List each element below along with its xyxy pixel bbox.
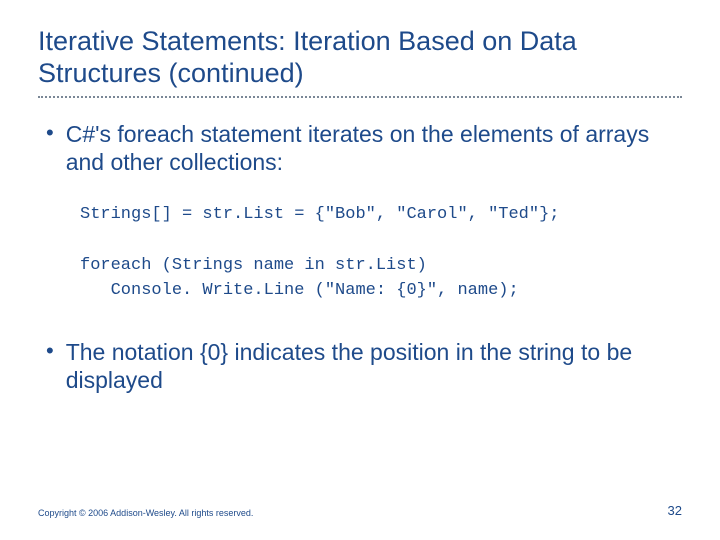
copyright-text: Copyright © 2006 Addison-Wesley. All rig… — [38, 508, 253, 518]
bullet-item: • C#'s foreach statement iterates on the… — [46, 120, 682, 176]
bullet-marker: • — [46, 120, 54, 146]
bullet-text: The notation {0} indicates the position … — [66, 338, 682, 394]
title-divider — [38, 96, 682, 98]
code-block: Strings[] = str.List = {"Bob", "Carol", … — [80, 202, 682, 304]
content-area: • C#'s foreach statement iterates on the… — [38, 120, 682, 394]
page-number: 32 — [668, 503, 682, 518]
slide: Iterative Statements: Iteration Based on… — [0, 0, 720, 540]
slide-title: Iterative Statements: Iteration Based on… — [38, 26, 682, 90]
bullet-marker: • — [46, 338, 54, 364]
footer: Copyright © 2006 Addison-Wesley. All rig… — [38, 503, 682, 518]
bullet-item: • The notation {0} indicates the positio… — [46, 338, 682, 394]
bullet-text: C#'s foreach statement iterates on the e… — [66, 120, 682, 176]
